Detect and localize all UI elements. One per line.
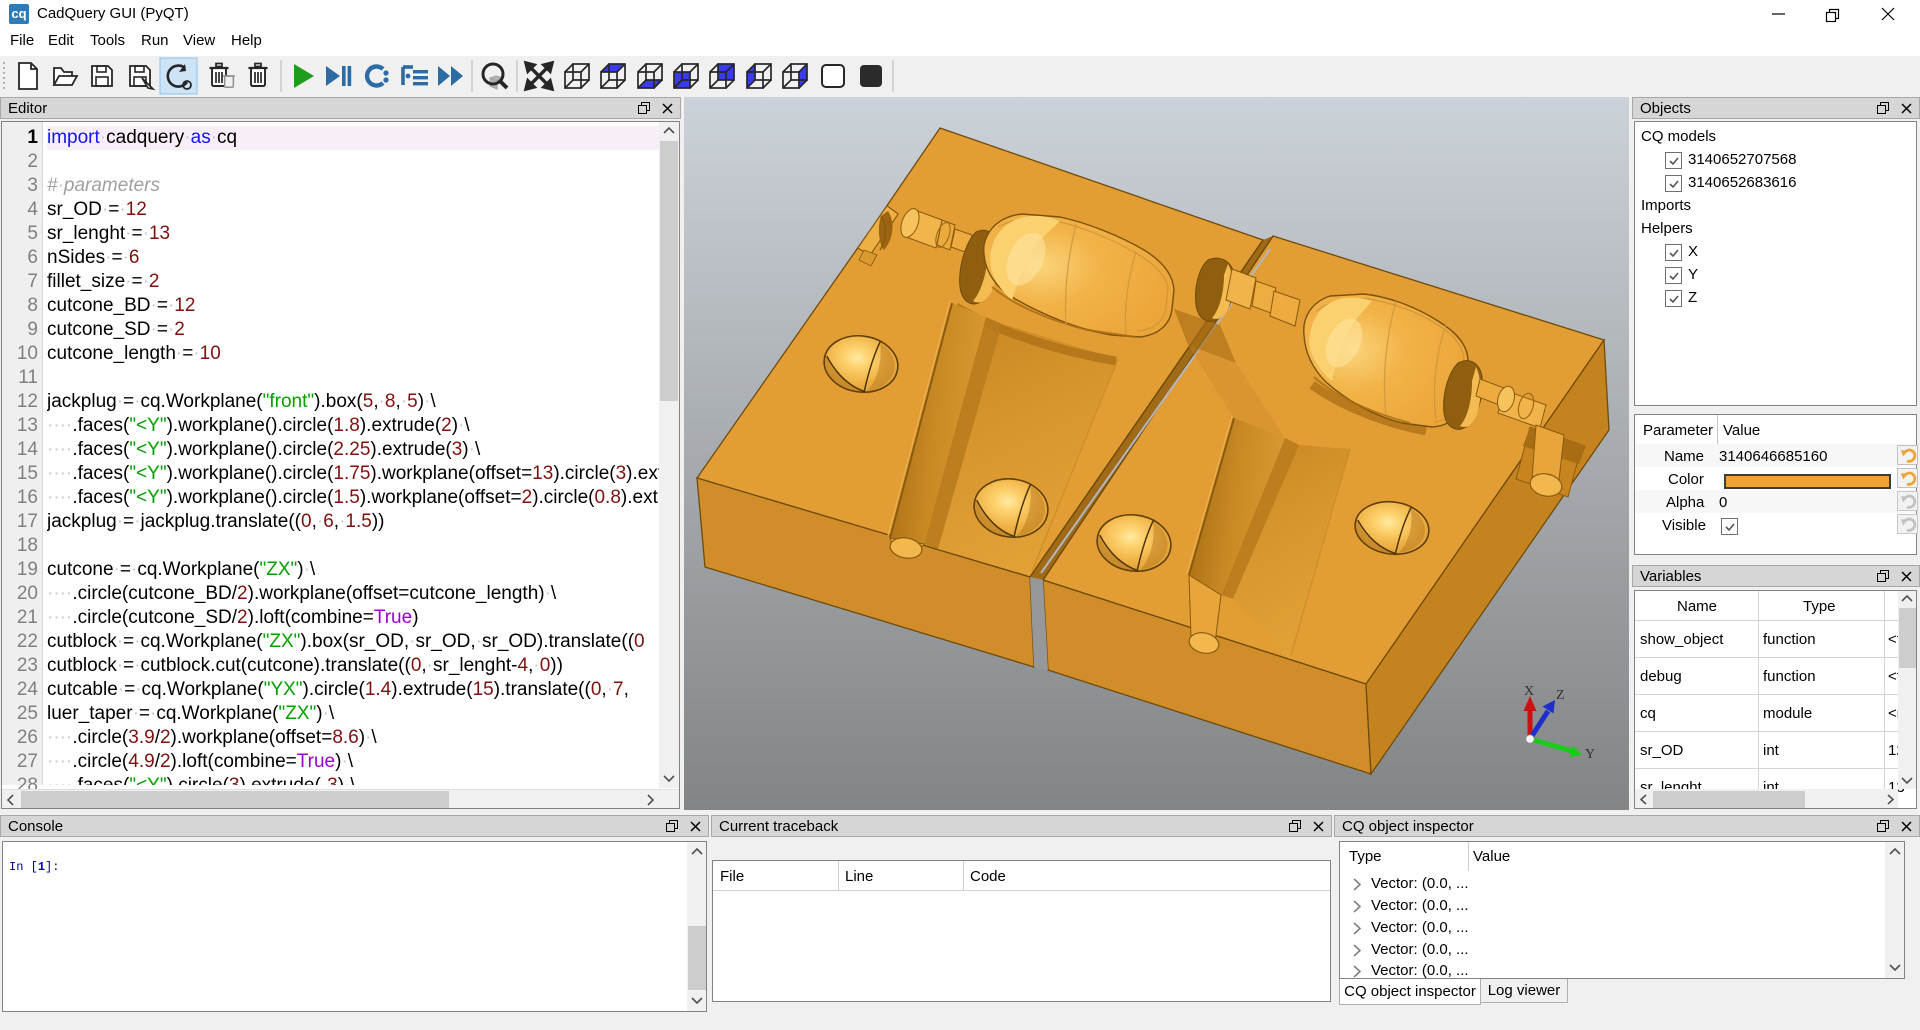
svg-text:Y: Y (1585, 747, 1595, 762)
svg-text:X: X (1524, 684, 1534, 699)
svg-text:Z: Z (1556, 688, 1565, 703)
